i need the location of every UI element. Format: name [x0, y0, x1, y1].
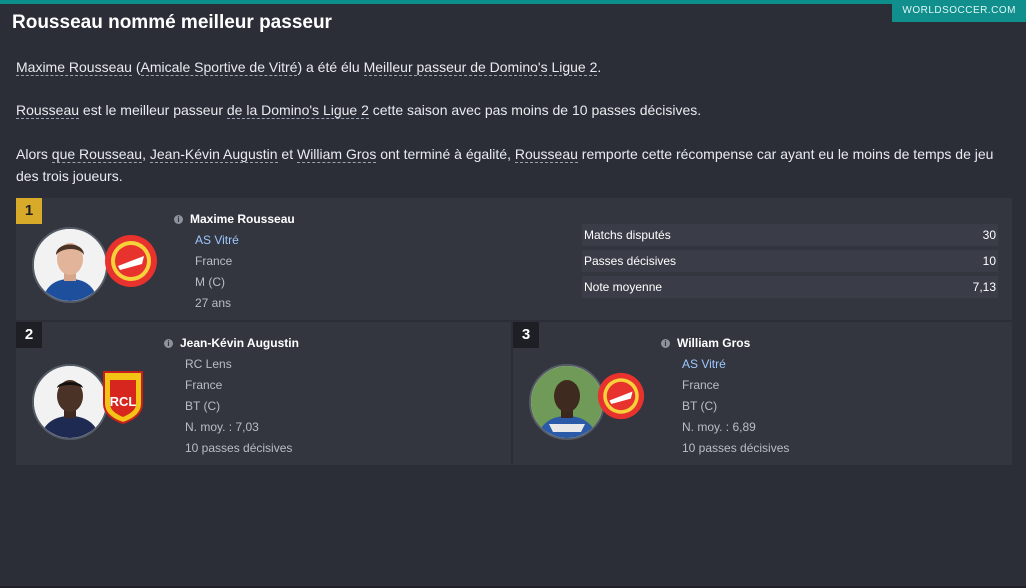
player-photo-gros[interactable] [529, 364, 605, 440]
player-club[interactable]: RC Lens [164, 354, 299, 375]
link-player-rousseau[interactable]: que Rousseau [51, 146, 143, 163]
player-name[interactable]: Jean-Kévin Augustin [180, 336, 299, 350]
player-rating: N. moy. : 7,03 [185, 420, 259, 434]
vitre-crest-icon [105, 235, 157, 287]
second-place-panel: 2 RCL i Jean-Kévin Augustin RC Lens Franc… [16, 322, 511, 465]
player-rating: N. moy. : 6,89 [682, 420, 756, 434]
player-name[interactable]: Maxime Rousseau [190, 212, 295, 226]
vitre-crest-icon [597, 372, 645, 420]
text: Alors [16, 146, 52, 162]
player-assists: 10 passes décisives [185, 441, 293, 455]
player-portrait-icon [34, 366, 106, 438]
info-icon[interactable]: i [661, 339, 670, 348]
player-portrait-icon [34, 229, 106, 301]
lens-crest-icon: RCL [103, 371, 143, 425]
text: cette saison avec pas moins de 10 passes… [368, 102, 702, 118]
text: ( [131, 59, 141, 75]
text: ont terminé à égalité, [376, 146, 515, 162]
worldsoccer-brand[interactable]: WORLDSOCCER.COM [892, 0, 1026, 22]
player-club[interactable]: AS Vitré [174, 230, 295, 251]
rank-badge: 2 [16, 322, 42, 348]
paragraph-leader: Rousseau est le meilleur passeur de la D… [16, 99, 1012, 121]
third-place-panel: 3 i William Gros AS Vitré France BT (C) N… [513, 322, 1012, 465]
stat-label: Matchs disputés [584, 228, 671, 242]
link-award[interactable]: Meilleur passeur de Domino's Ligue 2 [363, 59, 598, 76]
text: , [142, 146, 150, 162]
top-accent-bar [0, 0, 1026, 4]
stat-value: 30 [982, 228, 996, 242]
stat-row: Note moyenne 7,13 [582, 276, 998, 298]
link-player-rousseau[interactable]: Rousseau [514, 146, 578, 163]
winner-stats: Matchs disputés 30 Passes décisives 10 N… [582, 224, 998, 302]
player-info-augustin: i Jean-Kévin Augustin RC Lens France BT (… [164, 333, 299, 459]
link-player-rousseau[interactable]: Maxime Rousseau [16, 59, 132, 76]
player-position: BT (C) [682, 399, 718, 413]
link-player-gros[interactable]: William Gros [296, 146, 377, 163]
info-icon[interactable]: i [164, 339, 173, 348]
player-nation: France [185, 378, 223, 392]
page-title: Rousseau nommé meilleur passeur [12, 12, 332, 33]
club-crest-lens[interactable]: RCL [102, 370, 144, 429]
link-player-rousseau[interactable]: Rousseau [16, 102, 80, 119]
paragraph-award: Maxime Rousseau (Amicale Sportive de Vit… [16, 56, 1012, 78]
player-portrait-icon [531, 366, 603, 438]
stat-label: Passes décisives [584, 254, 677, 268]
stat-value: 7,13 [972, 280, 996, 294]
rank-badge: 1 [16, 198, 42, 224]
text: et [277, 146, 297, 162]
player-photo-augustin[interactable] [32, 364, 108, 440]
paragraph-tiebreak: Alors que Rousseau, Jean-Kévin Augustin … [16, 143, 1012, 187]
stat-row: Passes décisives 10 [582, 250, 998, 272]
player-age: 27 ans [195, 296, 232, 310]
rank-badge: 3 [513, 322, 539, 348]
info-icon[interactable]: i [174, 215, 183, 224]
player-assists: 10 passes décisives [682, 441, 790, 455]
player-info-rousseau: i Maxime Rousseau AS Vitré France M (C) 2… [174, 209, 295, 314]
player-club[interactable]: AS Vitré [661, 354, 789, 375]
link-club-vitre[interactable]: Amicale Sportive de Vitré [140, 59, 298, 76]
player-info-gros: i William Gros AS Vitré France BT (C) N. … [661, 333, 789, 459]
stat-row: Matchs disputés 30 [582, 224, 998, 246]
lens-crest-lettering: RCL [110, 394, 137, 409]
stat-value: 10 [982, 254, 996, 268]
player-nation: France [682, 378, 720, 392]
text: est le meilleur passeur [79, 102, 227, 118]
player-photo-rousseau[interactable] [32, 227, 108, 303]
winner-panel: 1 i Maxime Rousseau AS Vitré France M (C)… [16, 198, 1012, 320]
text: . [597, 59, 602, 75]
text: ) a été élu [297, 59, 364, 75]
player-nation: France [195, 254, 233, 268]
player-position: BT (C) [185, 399, 221, 413]
player-position: M (C) [195, 275, 225, 289]
club-crest-vitre[interactable] [104, 234, 158, 293]
club-crest-vitre[interactable] [597, 372, 645, 425]
link-player-augustin[interactable]: Jean-Kévin Augustin [149, 146, 278, 163]
player-name[interactable]: William Gros [677, 336, 750, 350]
link-competition[interactable]: de la Domino's Ligue 2 [226, 102, 369, 119]
stat-label: Note moyenne [584, 280, 663, 294]
